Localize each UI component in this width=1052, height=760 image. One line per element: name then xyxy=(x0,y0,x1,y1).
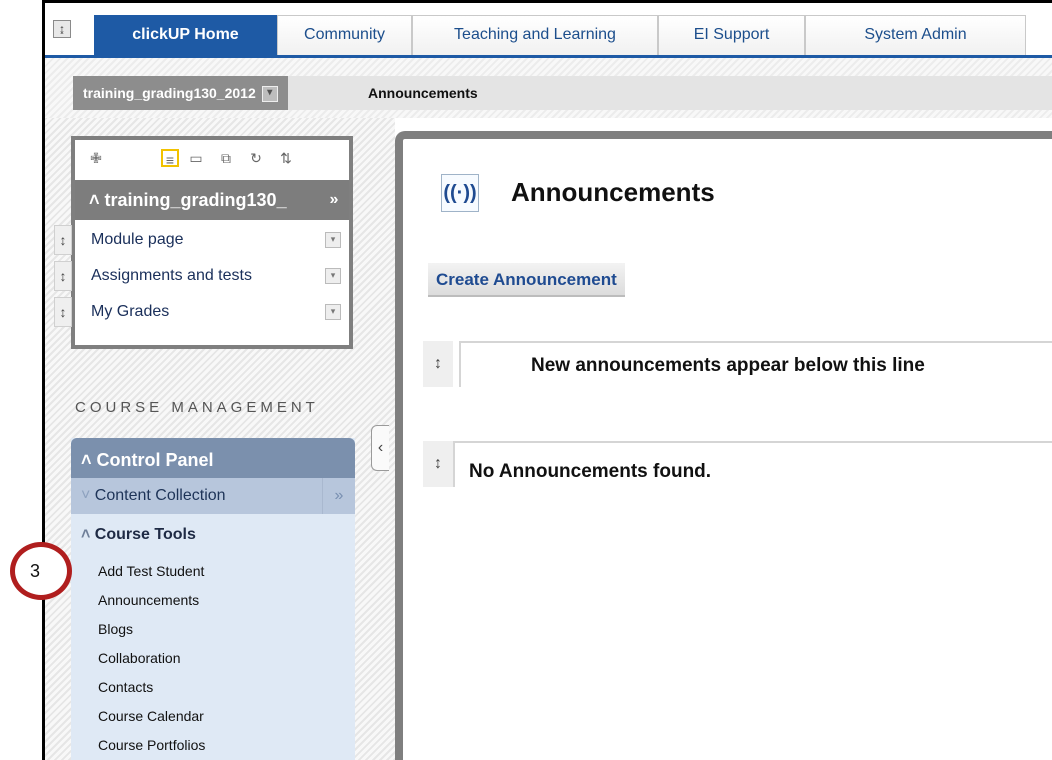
browser-frame: ↨ clickUP Home Community Teaching and Le… xyxy=(42,0,1052,760)
folder-view-icon[interactable]: ▭ xyxy=(187,149,205,167)
separator-row: ↕ New announcements appear below this li… xyxy=(423,341,1052,401)
chevron-down-icon[interactable]: ▾ xyxy=(325,232,341,248)
separator-text: New announcements appear below this line xyxy=(531,355,925,376)
link-contacts[interactable]: Contacts xyxy=(98,679,153,695)
breadcrumb-course-label[interactable]: training_grading130_2012 xyxy=(83,85,256,101)
course-menu-title-text[interactable]: training_grading130_ xyxy=(105,190,287,210)
drag-handle-icon[interactable]: ↕ xyxy=(54,297,72,327)
content-collection-row[interactable]: ˅ Content Collection » xyxy=(71,478,355,514)
drag-handle-icon[interactable]: ↕ xyxy=(54,225,72,255)
collapse-up-icon[interactable]: ˄ xyxy=(89,190,100,210)
menu-item-label[interactable]: Module page xyxy=(91,231,184,248)
tab-teaching-and-learning[interactable]: Teaching and Learning xyxy=(412,15,658,55)
course-tools-label[interactable]: Course Tools xyxy=(95,526,196,543)
expand-down-icon[interactable]: ˅ xyxy=(81,487,90,504)
tab-system-admin[interactable]: System Admin xyxy=(805,15,1026,55)
course-menu-toolbar: ✙ ≡ ▭ ⧉ ↻ ⇅ xyxy=(75,140,349,180)
course-menu: ✙ ≡ ▭ ⧉ ↻ ⇅ ˄ training_grading130_ » ↕ M… xyxy=(54,136,353,349)
tab-community[interactable]: Community xyxy=(277,15,412,55)
link-course-portfolios[interactable]: Course Portfolios xyxy=(98,737,205,753)
empty-state-text: No Announcements found. xyxy=(469,461,712,482)
step-callout-marker: 3 xyxy=(10,542,72,600)
empty-state-box: No Announcements found. xyxy=(453,441,1052,487)
new-window-icon[interactable]: ⧉ xyxy=(217,149,235,167)
breadcrumb-current-page: Announcements xyxy=(368,85,478,101)
collapse-up-icon[interactable]: ˄ xyxy=(81,526,90,543)
course-menu-title[interactable]: ˄ training_grading130_ » xyxy=(75,180,349,220)
chevron-down-icon[interactable]: ▾ xyxy=(325,268,341,284)
breadcrumb-bar: training_grading130_2012 ▾ Announcements xyxy=(45,58,1052,118)
tab-ei-support[interactable]: EI Support xyxy=(658,15,805,55)
create-announcement-button[interactable]: Create Announcement xyxy=(428,263,625,297)
reorder-icon[interactable]: ⇅ xyxy=(277,149,295,167)
tab-clickup-home[interactable]: clickUP Home xyxy=(94,15,277,55)
link-collaboration[interactable]: Collaboration xyxy=(98,650,181,666)
course-management-heading: COURSE MANAGEMENT xyxy=(75,399,319,416)
chevron-down-icon[interactable]: ▾ xyxy=(261,86,278,103)
more-icon[interactable]: » xyxy=(319,180,349,220)
drag-handle-icon[interactable]: ↕ xyxy=(423,441,453,487)
collapse-up-icon[interactable]: ˄ xyxy=(81,450,92,470)
link-course-calendar[interactable]: Course Calendar xyxy=(98,708,204,724)
breadcrumb-course[interactable]: training_grading130_2012 ▾ xyxy=(73,76,288,110)
link-blogs[interactable]: Blogs xyxy=(98,621,133,637)
left-column: ✙ ≡ ▭ ⧉ ↻ ⇅ ˄ training_grading130_ » ↕ M… xyxy=(45,118,395,760)
announcements-broadcast-icon: ((·)) xyxy=(441,174,479,212)
main-content: ((·)) Announcements Create Announcement … xyxy=(395,131,1052,760)
empty-state-row: ↕ No Announcements found. xyxy=(423,441,1052,501)
top-navigation: ↨ clickUP Home Community Teaching and Le… xyxy=(45,3,1052,58)
expand-toggle-icon[interactable]: ↨ xyxy=(53,20,71,38)
menu-item-label[interactable]: Assignments and tests xyxy=(91,267,252,284)
collapse-menu-chevron-left-icon[interactable]: ‹ xyxy=(371,425,389,471)
content-collection-label[interactable]: Content Collection xyxy=(95,487,226,504)
page-title: Announcements xyxy=(511,177,715,207)
drag-handle-icon[interactable]: ↕ xyxy=(54,261,72,291)
menu-item-label[interactable]: My Grades xyxy=(91,303,169,320)
separator-box: New announcements appear below this line xyxy=(459,341,1052,387)
add-menu-item-icon[interactable]: ✙ xyxy=(87,149,105,167)
control-panel-header[interactable]: ˄ Control Panel xyxy=(71,438,355,478)
list-view-icon[interactable]: ≡ xyxy=(161,149,179,168)
link-add-test-student[interactable]: Add Test Student xyxy=(98,563,204,579)
control-panel: ˄ Control Panel ˅ Content Collection » ˄… xyxy=(71,438,355,760)
course-tools-heading[interactable]: ˄ Course Tools xyxy=(81,526,196,544)
menu-item-my-grades[interactable]: ↕ My Grades ▾ xyxy=(54,294,349,330)
more-icon[interactable]: » xyxy=(322,478,355,514)
chevron-down-icon[interactable]: ▾ xyxy=(325,304,341,320)
menu-item-module-page[interactable]: ↕ Module page ▾ xyxy=(54,222,349,258)
drag-handle-icon[interactable]: ↕ xyxy=(423,341,453,387)
control-panel-title[interactable]: Control Panel xyxy=(97,450,214,470)
link-announcements[interactable]: Announcements xyxy=(98,592,199,608)
refresh-icon[interactable]: ↻ xyxy=(247,149,265,167)
menu-item-assignments[interactable]: ↕ Assignments and tests ▾ xyxy=(54,258,349,294)
